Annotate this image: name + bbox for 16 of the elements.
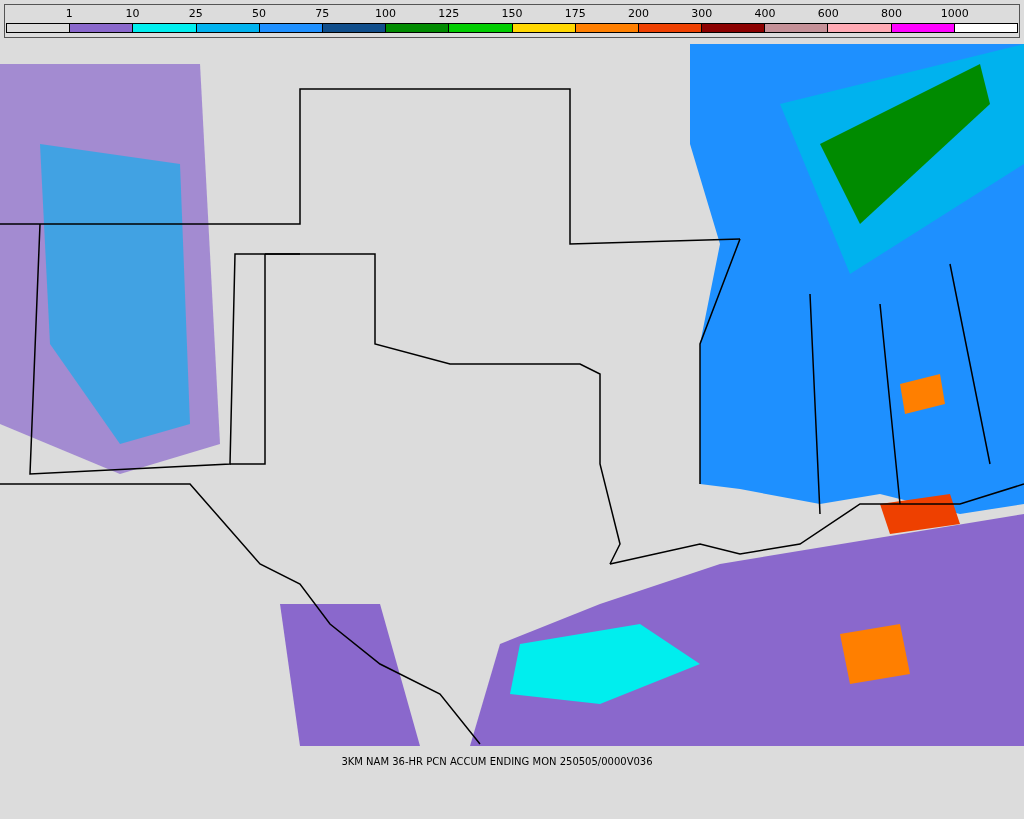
legend-label: 200 [628, 7, 649, 20]
legend-label: 1000 [940, 7, 969, 20]
map-caption: 3KM NAM 36-HR PCN ACCUM ENDING MON 250505/0000V036 [341, 756, 653, 767]
legend-label: 150 [501, 7, 523, 20]
legend-label: 400 [754, 7, 776, 20]
legend-label: 125 [438, 7, 460, 20]
legend-label: 50 [252, 7, 266, 20]
legend-label: 25 [188, 7, 203, 20]
legend-label: 10 [125, 7, 140, 20]
legend-label: 175 [564, 7, 586, 20]
legend-label: 75 [315, 7, 330, 20]
legend-label: 300 [691, 7, 713, 20]
legend-label: 800 [881, 7, 902, 20]
legend-label: 600 [817, 7, 839, 20]
legend-label: 1 [65, 7, 73, 20]
legend-label: 100 [375, 7, 396, 20]
